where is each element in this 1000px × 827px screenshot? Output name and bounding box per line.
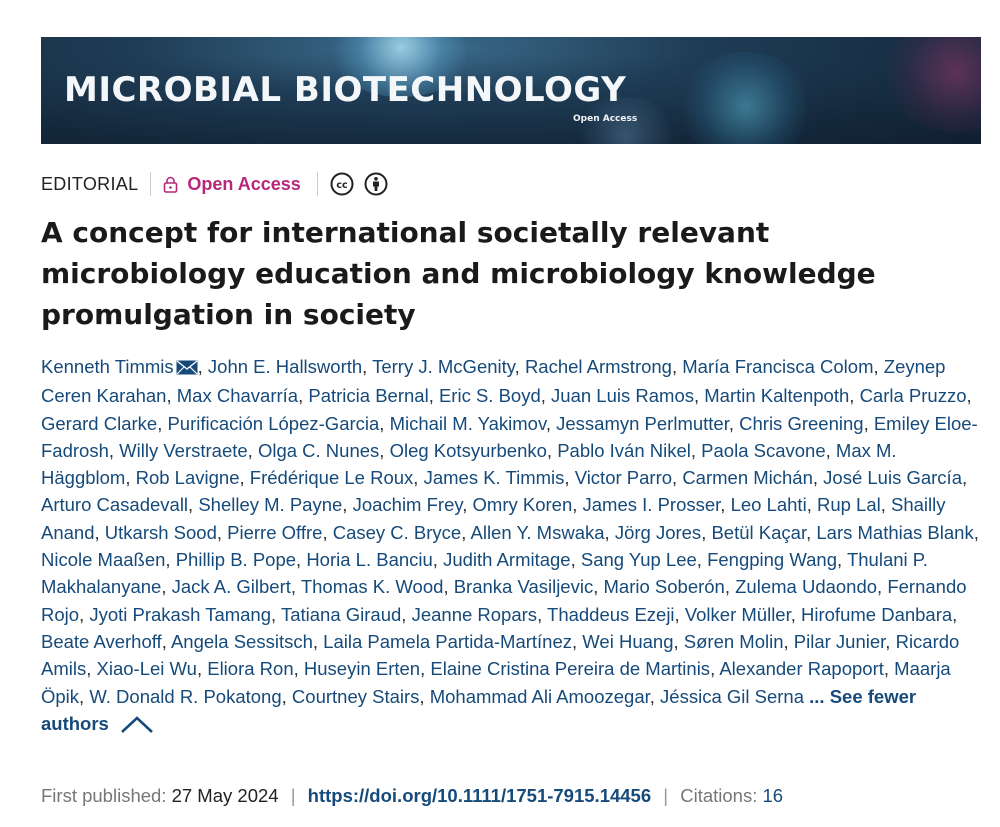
first-published-date: 27 May 2024 [171, 785, 279, 806]
author-link[interactable]: Judith Armitage [443, 549, 571, 570]
open-access-label[interactable]: Open Access [187, 174, 300, 195]
author-link[interactable]: Rob Lavigne [136, 467, 240, 488]
author-link[interactable]: Hirofume Danbara [801, 604, 952, 625]
author-link[interactable]: Jörg Jores [615, 522, 701, 543]
author-link[interactable]: Sang Yup Lee [581, 549, 697, 570]
author-link[interactable]: Frédérique Le Roux [250, 467, 414, 488]
author-link[interactable]: Eliora Ron [207, 658, 293, 679]
author-link[interactable]: John E. Hallsworth [208, 356, 362, 377]
author-link[interactable]: Jéssica Gil Serna [660, 686, 804, 707]
author-link[interactable]: Betül Kaçar [711, 522, 806, 543]
author-link[interactable]: Kenneth Timmis [41, 356, 174, 377]
author-link[interactable]: José Luis García [823, 467, 962, 488]
author-link[interactable]: Omry Koren [473, 494, 573, 515]
author-link[interactable]: Gerard Clarke [41, 413, 157, 434]
author-link[interactable]: Eric S. Boyd [439, 385, 541, 406]
author-link[interactable]: Elaine Cristina Pereira de Martinis [430, 658, 710, 679]
author-link[interactable]: Martin Kaltenpoth [704, 385, 849, 406]
author-link[interactable]: Willy Verstraete [119, 440, 248, 461]
author-link[interactable]: James I. Prosser [583, 494, 721, 515]
author-link[interactable]: Søren Molin [684, 631, 784, 652]
author-link[interactable]: Carmen Michán [682, 467, 813, 488]
journal-banner[interactable]: MICROBIAL BIOTECHNOLOGY Open Access [41, 37, 981, 144]
author-link[interactable]: Rachel Armstrong [525, 356, 672, 377]
attribution-icon[interactable] [364, 172, 388, 196]
author-link[interactable]: Paola Scavone [701, 440, 825, 461]
article-title: A concept for international societally r… [41, 216, 876, 331]
author-link[interactable]: Alexander Rapoport [719, 658, 884, 679]
author-link[interactable]: Patricia Bernal [308, 385, 428, 406]
author-link[interactable]: Carla Pruzzo [860, 385, 967, 406]
citations-label: Citations: [680, 785, 758, 806]
chevron-up-icon[interactable] [119, 713, 155, 742]
creative-commons-icon[interactable]: cc [330, 172, 354, 196]
citations-count[interactable]: 16 [763, 785, 784, 806]
article-type: EDITORIAL [41, 173, 139, 194]
author-link[interactable]: Beate Averhoff [41, 631, 162, 652]
author-link[interactable]: Laila Pamela Partida-Martínez [323, 631, 572, 652]
author-link[interactable]: Volker Müller [685, 604, 791, 625]
lock-icon [163, 176, 178, 193]
author-link[interactable]: Xiao-Lei Wu [97, 658, 197, 679]
article-meta-row: EDITORIAL Open Access cc [41, 171, 398, 197]
author-link[interactable]: Michail M. Yakimov [390, 413, 546, 434]
journal-subtitle: Open Access [573, 114, 638, 124]
author-link[interactable]: Tatiana Giraud [281, 604, 401, 625]
author-link[interactable]: Jyoti Prakash Tamang [89, 604, 271, 625]
banner-microbe-graphic [881, 37, 981, 132]
author-link[interactable]: Zulema Udaondo [735, 576, 877, 597]
author-list: Kenneth Timmis, John E. Hallsworth, Terr… [41, 353, 986, 742]
author-link[interactable]: Thomas K. Wood [301, 576, 444, 597]
author-link[interactable]: Angela Sessitsch [171, 631, 313, 652]
divider [150, 172, 152, 196]
author-link[interactable]: Utkarsh Sood [105, 522, 217, 543]
author-link[interactable]: Lars Mathias Blank [816, 522, 973, 543]
svg-text:cc: cc [336, 180, 347, 191]
author-link[interactable]: Arturo Casadevall [41, 494, 188, 515]
banner-microbe-graphic [681, 52, 811, 144]
author-link[interactable]: Huseyin Erten [304, 658, 420, 679]
author-link[interactable]: Victor Parro [575, 467, 672, 488]
author-link[interactable]: Jeanne Ropars [412, 604, 537, 625]
author-link[interactable]: James K. Timmis [424, 467, 565, 488]
author-link[interactable]: Thaddeus Ezeji [547, 604, 675, 625]
author-link[interactable]: Allen Y. Mswaka [471, 522, 605, 543]
author-link[interactable]: Pierre Offre [227, 522, 322, 543]
author-link[interactable]: Mario Soberón [604, 576, 725, 597]
author-link[interactable]: Jessamyn Perlmutter [556, 413, 729, 434]
author-link[interactable]: Purificación López-Garcia [167, 413, 379, 434]
author-link[interactable]: Rup Lal [817, 494, 881, 515]
author-link[interactable]: Max Chavarría [177, 385, 298, 406]
author-link[interactable]: Oleg Kotsyurbenko [390, 440, 547, 461]
journal-name: MICROBIAL BIOTECHNOLOGY [64, 70, 627, 110]
author-link[interactable]: W. Donald R. Pokatong [89, 686, 281, 707]
first-published-label: First published: [41, 785, 167, 806]
doi-link[interactable]: https://doi.org/10.1111/1751-7915.14456 [308, 785, 651, 806]
author-link[interactable]: Nicole Maaßen [41, 549, 165, 570]
author-link[interactable]: Phillip B. Pope [176, 549, 296, 570]
author-link[interactable]: Branka Vasiljevic [454, 576, 594, 597]
author-link[interactable]: Joachim Frey [353, 494, 463, 515]
envelope-icon[interactable] [176, 355, 198, 382]
author-link[interactable]: Shelley M. Payne [198, 494, 342, 515]
author-link[interactable]: Fengping Wang [707, 549, 837, 570]
author-link[interactable]: Leo Lahti [731, 494, 807, 515]
author-link[interactable]: Jack A. Gilbert [172, 576, 291, 597]
author-link[interactable]: Pilar Junier [794, 631, 886, 652]
author-link[interactable]: Casey C. Bryce [333, 522, 462, 543]
divider [316, 172, 318, 196]
publication-info: First published: 27 May 2024 | https://d… [41, 784, 783, 808]
author-link[interactable]: Terry J. McGenity [372, 356, 515, 377]
author-link[interactable]: Wei Huang [582, 631, 673, 652]
author-link[interactable]: Olga C. Nunes [258, 440, 379, 461]
author-link[interactable]: Horia L. Banciu [306, 549, 432, 570]
author-link[interactable]: María Francisca Colom [682, 356, 873, 377]
author-link[interactable]: Courtney Stairs [292, 686, 420, 707]
author-link[interactable]: Juan Luis Ramos [551, 385, 694, 406]
author-link[interactable]: Mohammad Ali Amoozegar [430, 686, 650, 707]
divider: | [663, 785, 669, 806]
author-link[interactable]: Pablo Iván Nikel [557, 440, 691, 461]
author-link[interactable]: Chris Greening [739, 413, 863, 434]
divider: | [290, 785, 296, 806]
